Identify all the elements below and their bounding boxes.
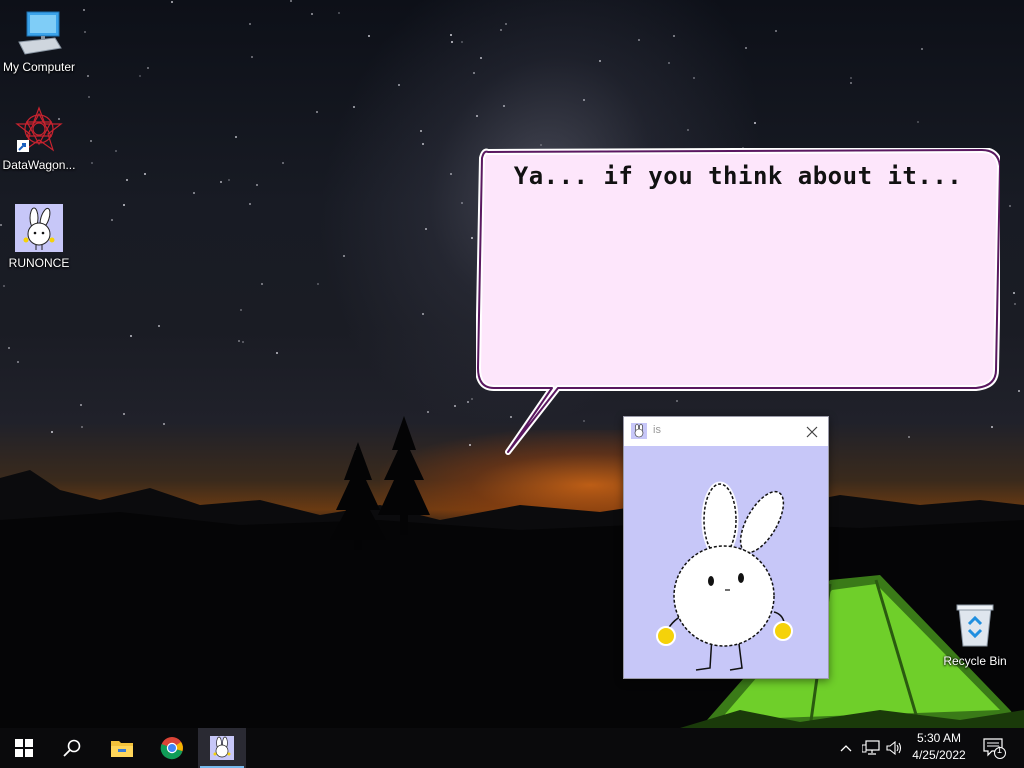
clock-time: 5:30 AM [916,731,962,745]
window-title: is [653,424,661,436]
bunny-icon [15,204,63,252]
desktop-icon-label: My Computer [2,60,76,74]
close-button[interactable] [796,417,828,446]
notification-count-badge: 1 [997,745,1003,755]
file-explorer-button[interactable] [98,728,146,768]
speech-bubble-text: Ya... if you think about it... [513,162,963,190]
desktop-icon-datawagon[interactable]: DataWagon... [0,106,78,172]
clock-date: 4/25/2022 [912,748,966,762]
desktop-icon-label: DataWagon... [2,158,76,172]
close-icon [806,426,818,437]
volume-button[interactable] [884,728,906,768]
bunny-app-taskbar-button[interactable] [198,728,246,768]
recycle-bin-icon [951,602,999,650]
chevron-up-icon [840,745,852,752]
desktop-icon-my-computer[interactable]: My Computer [0,8,78,74]
chrome-button[interactable] [148,728,196,768]
notification-icon [983,738,1006,759]
desktop-icon-recycle-bin[interactable]: Recycle Bin [936,602,1014,668]
show-hidden-icons-button[interactable] [836,728,856,768]
desktop-icon-label: Recycle Bin [943,654,1007,668]
clock[interactable]: 5:30 AM 4/25/2022 [904,730,974,764]
search-icon [63,739,81,757]
bunny-app-icon [210,736,234,760]
start-button[interactable] [0,728,48,768]
start-icon [15,739,33,757]
datawagon-icon [15,106,63,154]
chrome-icon [160,737,183,760]
action-center-button[interactable]: 1 [978,728,1010,768]
desktop-icon-runonce[interactable]: RUNONCE [0,204,78,270]
bunny-icon [631,423,647,439]
window-titlebar[interactable]: is [624,417,828,446]
taskbar: 5:30 AM 4/25/2022 1 [0,728,1024,768]
desktop-icon-label: RUNONCE [8,256,70,270]
computer-icon [15,8,63,56]
window-client-area[interactable] [624,446,828,678]
network-button[interactable] [860,728,882,768]
network-icon [862,740,880,755]
speaker-icon [886,740,902,756]
bunny-character [656,481,793,671]
speech-bubble [476,148,1000,455]
bunny-app-window[interactable]: is [623,416,829,679]
file-explorer-icon [111,741,133,757]
search-button[interactable] [48,728,96,768]
